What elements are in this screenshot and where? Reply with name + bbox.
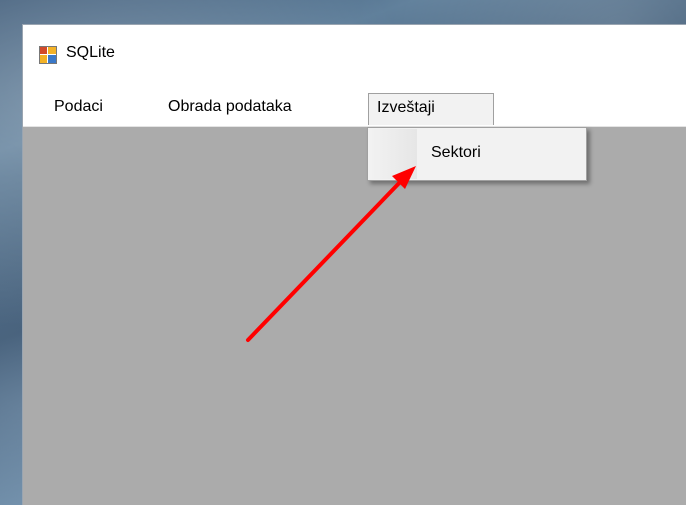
title-bar[interactable]: SQLite bbox=[23, 25, 686, 87]
app-window: SQLite Podaci Obrada podataka Izveštaji … bbox=[22, 24, 686, 505]
dropdown-item-sektori[interactable]: Sektori bbox=[371, 131, 583, 175]
main-client-area bbox=[23, 127, 686, 505]
window-title: SQLite bbox=[66, 44, 115, 61]
app-window-icon bbox=[39, 46, 57, 64]
menu-item-podaci[interactable]: Podaci bbox=[46, 93, 111, 121]
menu-bar: Podaci Obrada podataka Izveštaji bbox=[23, 87, 686, 127]
menu-item-izvestaji[interactable]: Izveštaji bbox=[368, 93, 494, 125]
menu-item-obrada-podataka[interactable]: Obrada podataka bbox=[160, 93, 300, 121]
izvestaji-dropdown-menu: Sektori bbox=[367, 127, 587, 181]
